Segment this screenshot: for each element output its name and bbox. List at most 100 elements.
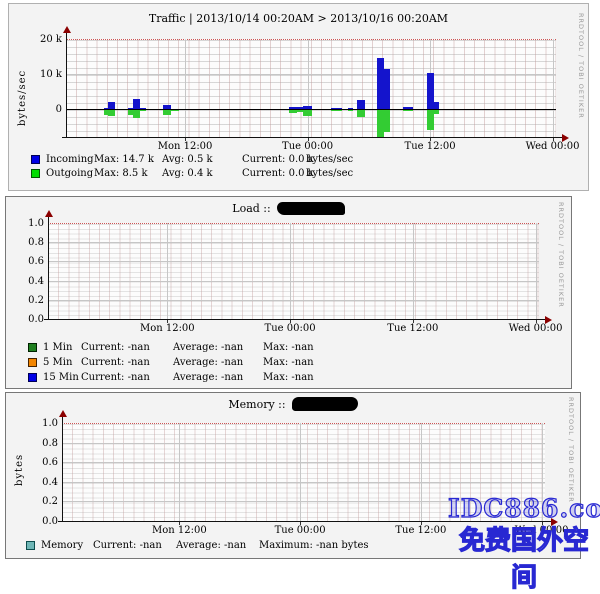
y-tick-label: 0.6 — [12, 256, 44, 267]
gridline-major-vertical — [300, 423, 301, 521]
gridline-major-horizontal — [66, 74, 556, 75]
legend-row: 5 MinCurrent: -nanAverage: -nanMax: -nan — [28, 357, 314, 368]
y-tick-label: 20 k — [30, 34, 62, 45]
legend-swatch — [28, 373, 37, 382]
outgoing-bar — [427, 110, 434, 130]
memory-title: Memory :: — [6, 398, 580, 412]
x-axis — [44, 319, 545, 320]
outgoing-bar — [171, 110, 179, 111]
x-tick-label: Tue 00:00 — [265, 323, 316, 334]
x-tick-label: Mon 12:00 — [158, 141, 213, 152]
memory-y-axis-unit: bytes — [14, 454, 25, 486]
y-tick-label: 0.2 — [12, 295, 44, 306]
incoming-bar — [434, 102, 439, 109]
gridline-major-horizontal — [48, 300, 539, 301]
incoming-bar — [357, 100, 365, 109]
legend-stat: Avg: 0.4 k — [162, 168, 242, 179]
zero-line — [66, 109, 556, 110]
y-tick-label: 0.2 — [26, 496, 58, 507]
incoming-bar — [384, 69, 390, 109]
load-plot-area — [48, 223, 539, 320]
rrdtool-watermark: RRDTOOL / TOBI OETIKER — [567, 397, 575, 503]
legend-label: Incoming — [46, 154, 94, 165]
legend-stat: Max: 8.5 k — [94, 168, 162, 179]
y-axis-arrow-icon — [59, 410, 67, 417]
outgoing-bar — [140, 110, 146, 111]
load-title-text: Load :: — [232, 202, 270, 215]
legend-stat: Average: -nan — [173, 342, 263, 353]
legend-row: OutgoingMax: 8.5 kAvg: 0.4 kCurrent: 0.0… — [31, 168, 353, 179]
outgoing-bar — [303, 110, 312, 116]
outgoing-bar — [108, 110, 115, 116]
gridline-major-vertical — [536, 223, 537, 319]
y-axis — [48, 217, 49, 319]
legend-stat: Current: -nan — [93, 540, 176, 551]
outgoing-bar — [133, 110, 140, 118]
gridline-major-vertical — [308, 39, 309, 137]
redacted-hostname — [292, 397, 358, 411]
traffic-title: Traffic | 2013/10/14 00:20AM > 2013/10/1… — [9, 12, 588, 25]
legend-stat: Current: -nan — [81, 342, 173, 353]
x-tick-label: Mon 12:00 — [140, 323, 195, 334]
y-tick-label: 0.6 — [26, 457, 58, 468]
gridline-major-vertical — [167, 223, 168, 319]
x-tick-label: Tue 12:00 — [387, 323, 438, 334]
y-tick-label: 0.0 — [26, 516, 58, 527]
load-title: Load :: — [6, 202, 571, 216]
legend-row: MemoryCurrent: -nanAverage: -nanMaximum:… — [26, 540, 369, 551]
legend-stat: bytes/sec — [306, 154, 353, 165]
legend-swatch — [31, 169, 40, 178]
legend-swatch — [28, 358, 37, 367]
x-tick-label: Tue 00:00 — [282, 141, 333, 152]
y-tick-label: 0.4 — [12, 276, 44, 287]
x-axis-arrow-icon — [562, 134, 569, 142]
gridline-major-vertical — [290, 223, 291, 319]
x-tick-label: Mon 12:00 — [152, 525, 207, 536]
traffic-plot-area — [66, 39, 556, 138]
outgoing-bar — [403, 110, 413, 111]
legend-label: 5 Min — [43, 357, 81, 368]
x-tick-label: Wed 00:00 — [509, 323, 563, 334]
legend-stat: Max: -nan — [263, 357, 314, 368]
legend-stat: Current: 0.0 k — [242, 168, 306, 179]
outgoing-bar — [331, 110, 342, 111]
legend-row: 1 MinCurrent: -nanAverage: -nanMax: -nan — [28, 342, 314, 353]
load-graph-panel: Load :: RRDTOOL / TOBI OETIKER 1.00.80.6… — [5, 196, 572, 389]
legend-swatch — [28, 343, 37, 352]
outgoing-bar — [434, 110, 439, 114]
legend-label: 1 Min — [43, 342, 81, 353]
legend-stat: Max: 14.7 k — [94, 154, 162, 165]
traffic-y-axis-unit: bytes/sec — [17, 70, 28, 126]
legend-label: Outgoing — [46, 168, 94, 179]
legend-stat: Average: -nan — [173, 357, 263, 368]
y-tick-label: 0.8 — [26, 438, 58, 449]
x-tick-label: Tue 12:00 — [395, 525, 446, 536]
incoming-bar — [377, 58, 384, 109]
legend-label: Memory — [41, 540, 93, 551]
outgoing-bar — [384, 110, 390, 132]
y-axis-arrow-icon — [45, 210, 53, 217]
y-axis — [62, 417, 63, 521]
legend-stat: Current: -nan — [81, 372, 173, 383]
y-tick-label: 0 — [30, 104, 62, 115]
gridline-major-vertical — [553, 39, 554, 137]
legend-stat: Current: -nan — [81, 357, 173, 368]
x-tick-label: Tue 12:00 — [405, 141, 456, 152]
y-axis — [66, 33, 67, 137]
y-tick-label: 0.4 — [26, 477, 58, 488]
gridline-major-horizontal — [48, 281, 539, 282]
rrdtool-graphs-page: { "rrdtool_watermark": "RRDTOOL / TOBI O… — [0, 0, 600, 565]
outgoing-bar — [377, 110, 384, 138]
legend-swatch — [31, 155, 40, 164]
legend-stat: Current: 0.0 k — [242, 154, 306, 165]
redacted-hostname — [277, 202, 345, 215]
gridline-major-horizontal — [62, 443, 545, 444]
gridline-major-horizontal — [62, 462, 545, 463]
gridline-major-vertical — [421, 423, 422, 521]
rrdtool-watermark: RRDTOOL / TOBI OETIKER — [577, 13, 585, 119]
x-tick-label: Tue 00:00 — [275, 525, 326, 536]
gridline-major-vertical — [185, 39, 186, 137]
incoming-bar — [133, 99, 140, 109]
x-tick-label: Wed 00:00 — [526, 141, 580, 152]
y-tick-label: 0.0 — [12, 314, 44, 325]
